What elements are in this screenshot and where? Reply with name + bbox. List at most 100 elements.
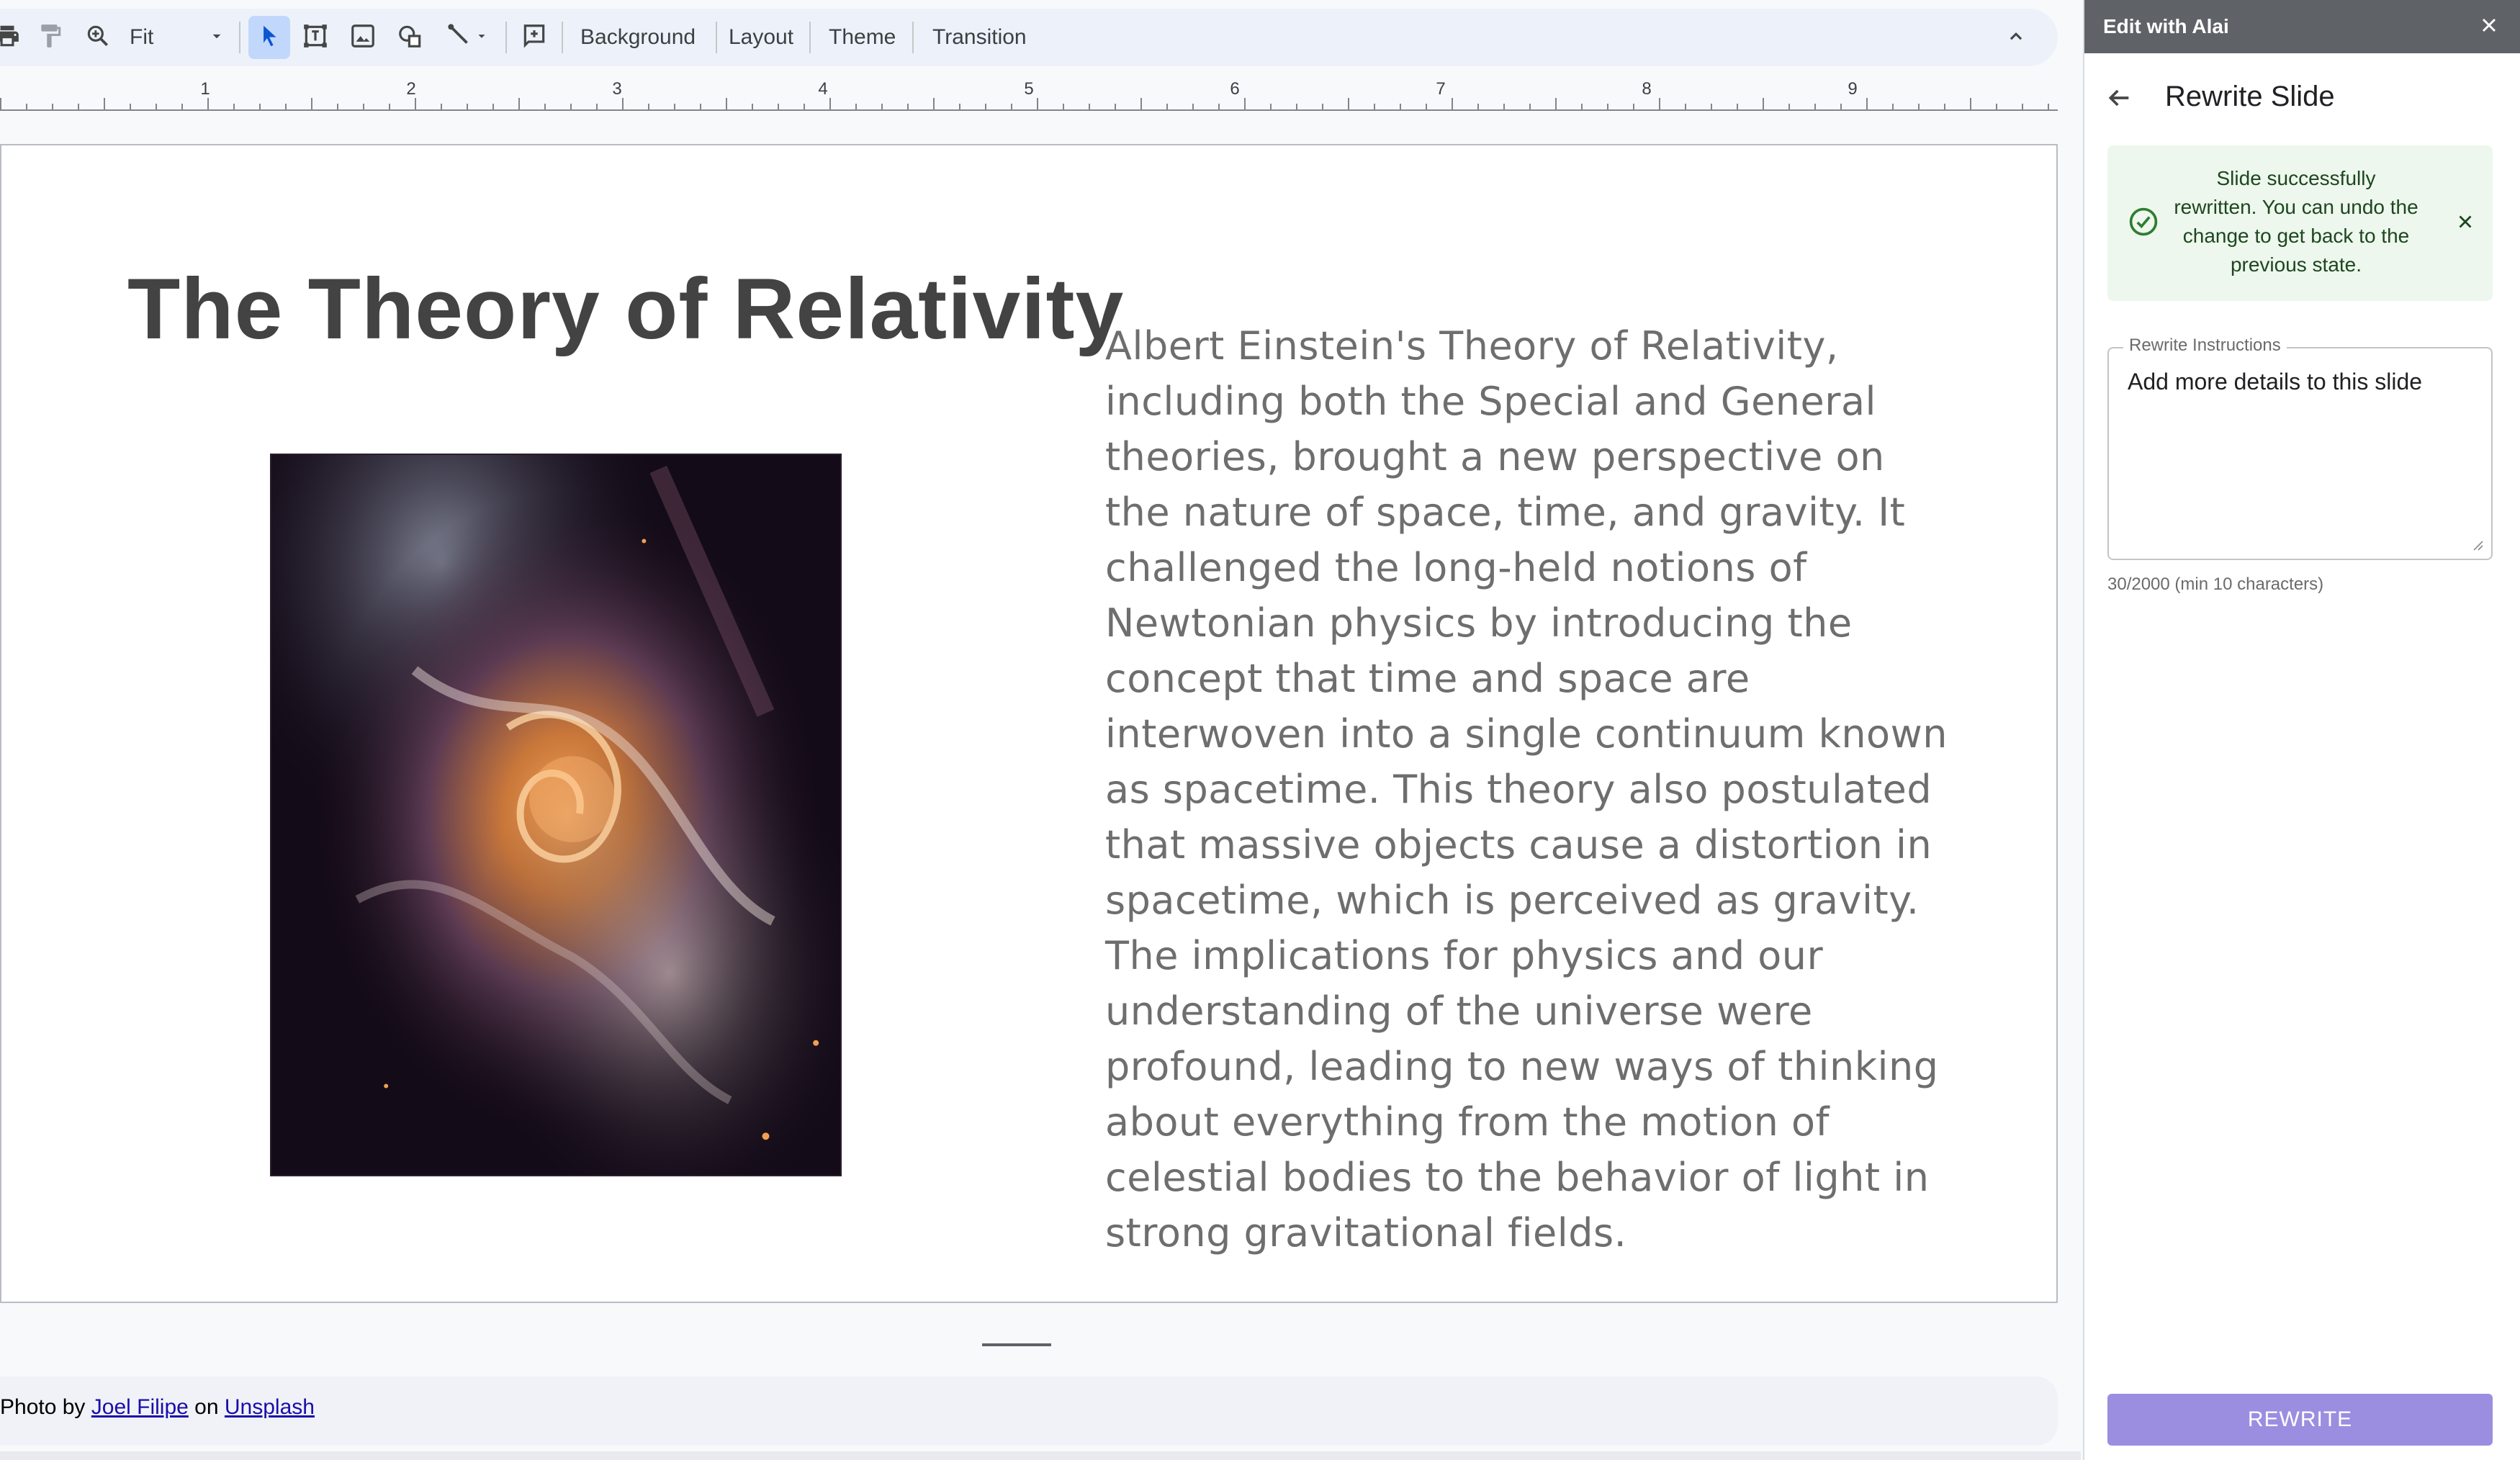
resize-handle-icon[interactable]: [2470, 537, 2484, 551]
rewrite-instructions-field: Rewrite Instructions Add more details to…: [2107, 335, 2493, 560]
ruler-tick: [985, 104, 986, 109]
close-icon: [2454, 211, 2476, 236]
unsplash-link[interactable]: Unsplash: [225, 1395, 315, 1419]
alert-message: Slide successfully rewritten. You can un…: [2174, 167, 2418, 276]
nebula-image: [271, 455, 840, 1175]
bottom-scrollbar[interactable]: [0, 1451, 2081, 1460]
text-box-icon: [302, 22, 329, 53]
separator: [912, 22, 914, 53]
ruler-number: 7: [1436, 79, 1446, 99]
slide-canvas[interactable]: The Theory of Relativity Albert Einstein…: [0, 144, 2058, 1303]
ruler-tick: [1840, 104, 1842, 109]
separator: [716, 22, 717, 53]
ruler-tick: [1166, 104, 1168, 109]
ruler-tick: [1996, 104, 1997, 109]
ruler-tick: [2022, 104, 2023, 109]
arrow-back-icon: [2105, 84, 2133, 116]
ruler-tick: [1788, 104, 1790, 109]
ruler-number: 4: [818, 79, 828, 99]
slide-image[interactable]: [270, 454, 842, 1176]
speaker-notes[interactable]: Photo by Joel Filipe on Unsplash: [0, 1376, 2058, 1446]
ruler-tick: [1192, 104, 1194, 109]
layout-button[interactable]: Layout: [729, 16, 793, 59]
ruler-tick: [1607, 104, 1608, 109]
ruler-tick: [1477, 104, 1479, 109]
line-button[interactable]: [439, 16, 497, 59]
ruler-tick: [570, 104, 572, 109]
photo-credit: Photo by Joel Filipe on Unsplash: [0, 1395, 315, 1420]
theme-button[interactable]: Theme: [829, 16, 896, 59]
text-box-button[interactable]: [297, 16, 334, 59]
background-button[interactable]: Background: [580, 16, 696, 59]
ruler-tick: [1140, 98, 1142, 109]
cursor-icon: [256, 22, 283, 53]
ruler-tick: [622, 98, 624, 109]
comment-button[interactable]: [516, 16, 553, 59]
ruler-tick: [311, 98, 312, 109]
ruler-tick: [1296, 104, 1297, 109]
select-tool-button[interactable]: [248, 16, 290, 59]
rewrite-instructions-input[interactable]: Add more details to this slide: [2128, 369, 2473, 534]
ruler-tick: [778, 104, 779, 109]
collapse-toolbar-button[interactable]: [1996, 17, 2036, 58]
panel-title: Rewrite Slide: [2165, 81, 2335, 112]
author-link[interactable]: Joel Filipe: [91, 1395, 189, 1419]
ruler-number: 6: [1230, 79, 1240, 99]
ruler-tick: [78, 104, 79, 109]
ruler-tick: [881, 104, 883, 109]
ruler-tick: [285, 104, 287, 109]
ruler-tick: [1037, 98, 1038, 109]
separator: [505, 22, 507, 53]
credit-middle: on: [194, 1395, 219, 1419]
ruler-tick: [518, 98, 520, 109]
ruler-tick: [700, 104, 701, 109]
slide-title[interactable]: The Theory of Relativity: [127, 259, 1124, 359]
separator: [809, 22, 811, 53]
rewrite-button[interactable]: REWRITE: [2107, 1394, 2493, 1446]
slide-body-text[interactable]: Albert Einstein's Theory of Relativity, …: [1105, 318, 1948, 1261]
chevron-down-icon: [474, 28, 490, 48]
alai-side-panel: Edit with Alai Rewrite Slide Slide succe…: [2083, 0, 2520, 1460]
ruler-tick: [1115, 104, 1116, 109]
ruler-tick: [1763, 98, 1764, 109]
ruler-tick: [1529, 104, 1531, 109]
zoom-icon: [84, 22, 112, 53]
ruler-tick: [1711, 104, 1712, 109]
ruler-tick: [1814, 104, 1816, 109]
chevron-down-icon: [207, 27, 226, 49]
ruler-tick: [1685, 104, 1686, 109]
ruler-tick: [1322, 104, 1323, 109]
ruler-number: 1: [200, 79, 210, 99]
ruler-tick: [1866, 98, 1868, 109]
ruler-tick: [752, 104, 753, 109]
ruler-tick: [415, 98, 416, 109]
ruler-tick: [1348, 98, 1349, 109]
ruler-tick: [1633, 104, 1634, 109]
ruler-tick: [1503, 104, 1505, 109]
ruler-tick: [1270, 104, 1272, 109]
ruler-tick: [104, 98, 105, 109]
dismiss-alert-button[interactable]: [2451, 209, 2480, 238]
paint-format-icon: [37, 22, 64, 53]
ruler-tick: [1089, 104, 1090, 109]
zoom-select[interactable]: Fit: [124, 16, 232, 59]
transition-button[interactable]: Transition: [932, 16, 1027, 59]
ruler-number: 8: [1642, 79, 1652, 99]
zoom-button[interactable]: [81, 16, 115, 59]
close-panel-button[interactable]: [2472, 10, 2506, 43]
paint-format-button[interactable]: [35, 16, 66, 59]
ruler-tick: [1944, 104, 1945, 109]
notes-resize-handle[interactable]: [982, 1343, 1051, 1346]
separator: [239, 22, 240, 53]
ruler-tick: [337, 104, 338, 109]
toolbar: Fit Background Layout Theme Transition: [0, 9, 2058, 66]
back-button[interactable]: [2099, 79, 2139, 120]
image-icon: [349, 22, 377, 53]
ruler-tick: [1452, 98, 1453, 109]
shape-button[interactable]: [392, 16, 429, 59]
insert-image-button[interactable]: [344, 16, 382, 59]
shape-icon: [397, 22, 424, 53]
print-button[interactable]: [0, 16, 23, 59]
ruler-tick: [1244, 98, 1246, 109]
comment-icon: [521, 22, 548, 53]
